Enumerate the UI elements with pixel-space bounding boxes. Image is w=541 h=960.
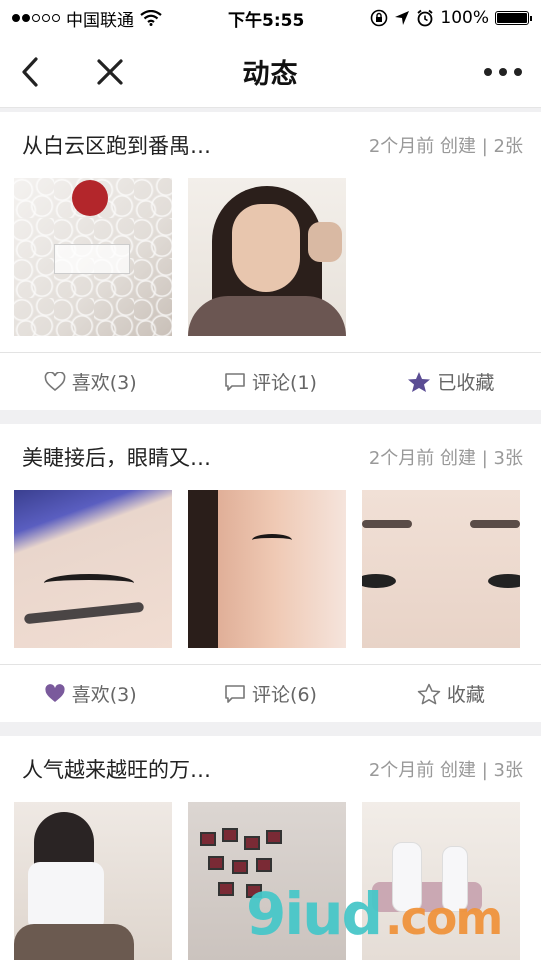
post-meta: 2个月前 创建 | 3张	[368, 448, 523, 469]
favorite-button[interactable]: 收藏	[361, 680, 541, 707]
favorite-button[interactable]: 已收藏	[361, 368, 541, 395]
post-header[interactable]: 人气越来越旺的万… 2个月前 创建 | 3张	[0, 736, 541, 802]
status-left: 中国联通	[12, 6, 162, 31]
post-photo[interactable]	[14, 490, 172, 648]
post-title[interactable]: 从白云区跑到番禺…	[22, 130, 211, 160]
status-right: 100%	[370, 8, 532, 28]
post-title[interactable]: 美睫接后，眼睛又…	[22, 442, 211, 472]
post-card[interactable]: 美睫接后，眼睛又… 2个月前 创建 | 3张 喜欢(3) 评论(6) 收藏	[0, 424, 541, 722]
status-bar: 中国联通 下午5:55 100%	[0, 0, 541, 36]
wifi-icon	[140, 10, 162, 26]
post-photo[interactable]	[188, 178, 346, 336]
like-label: 喜欢(3)	[71, 372, 137, 394]
page-title: 动态	[242, 59, 299, 90]
post-header[interactable]: 从白云区跑到番禺… 2个月前 创建 | 2张	[0, 112, 541, 178]
comment-label: 评论(1)	[252, 372, 317, 394]
alarm-icon	[417, 9, 433, 27]
favorite-label: 已收藏	[437, 372, 495, 394]
post-header[interactable]: 美睫接后，眼睛又… 2个月前 创建 | 3张	[0, 424, 541, 490]
comment-icon	[225, 684, 245, 703]
signal-strength-icon	[12, 14, 60, 22]
comment-label: 评论(6)	[252, 684, 317, 706]
post-photo[interactable]	[14, 178, 172, 336]
star-filled-icon	[408, 371, 431, 392]
feed: 从白云区跑到番禺… 2个月前 创建 | 2张 喜欢(3) 评论(1) 已收藏 美…	[0, 108, 541, 960]
post-card[interactable]: 从白云区跑到番禺… 2个月前 创建 | 2张 喜欢(3) 评论(1) 已收藏	[0, 112, 541, 410]
post-photo[interactable]	[188, 490, 346, 648]
chevron-left-icon	[22, 57, 38, 87]
like-button[interactable]: 喜欢(3)	[0, 680, 180, 707]
like-button[interactable]: 喜欢(3)	[0, 368, 180, 395]
battery-icon	[495, 11, 532, 25]
post-meta: 2个月前 创建 | 2张	[368, 136, 523, 157]
post-actions: 喜欢(3) 评论(6) 收藏	[0, 664, 541, 722]
close-icon	[97, 59, 123, 85]
comment-icon	[225, 372, 245, 391]
comment-button[interactable]: 评论(1)	[180, 368, 360, 395]
post-title[interactable]: 人气越来越旺的万…	[22, 754, 211, 784]
heart-filled-icon	[45, 683, 65, 702]
battery-percent: 100%	[440, 8, 489, 28]
close-button[interactable]	[86, 36, 134, 108]
location-icon	[395, 11, 410, 25]
status-time: 下午5:55	[228, 10, 305, 31]
star-outline-icon	[417, 683, 441, 704]
back-button[interactable]	[8, 36, 52, 108]
post-photos	[0, 490, 541, 648]
post-photo[interactable]	[14, 802, 172, 960]
heart-icon	[44, 371, 66, 391]
post-meta: 2个月前 创建 | 3张	[368, 760, 523, 781]
nav-bar: 动态	[0, 36, 541, 108]
post-actions: 喜欢(3) 评论(1) 已收藏	[0, 352, 541, 410]
carrier-label: 中国联通	[66, 10, 134, 31]
like-label: 喜欢(3)	[71, 684, 137, 706]
more-button[interactable]	[475, 36, 531, 108]
post-photo[interactable]	[362, 490, 520, 648]
post-photos	[0, 178, 541, 336]
watermark-suffix: .com	[385, 891, 503, 945]
rotation-lock-icon	[371, 9, 388, 27]
watermark-logo: 9iud.com	[246, 880, 503, 948]
comment-button[interactable]: 评论(6)	[180, 680, 360, 707]
favorite-label: 收藏	[446, 684, 485, 706]
more-icon	[484, 68, 522, 76]
watermark-brand: 9iud	[246, 880, 383, 948]
